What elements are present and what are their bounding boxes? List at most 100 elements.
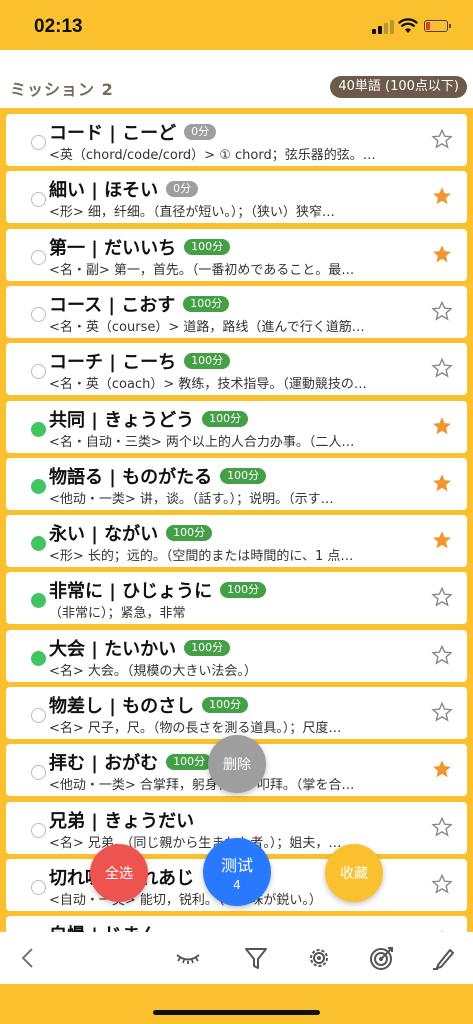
word-row: 第一 | だいいち 100分 xyxy=(49,236,231,259)
star-outline-icon[interactable] xyxy=(431,128,453,150)
word-row: コース | こおす 100分 xyxy=(49,293,230,316)
gear-icon[interactable] xyxy=(305,944,333,972)
star-filled-icon[interactable] xyxy=(431,529,453,551)
word-title: 非常に | ひじょうに xyxy=(49,581,213,603)
delete-label: 删除 xyxy=(223,757,251,773)
select-radio[interactable] xyxy=(31,593,46,609)
score-badge: 100分 xyxy=(220,582,267,599)
select-radio[interactable] xyxy=(31,478,46,494)
select-radio[interactable] xyxy=(31,364,46,380)
test-label: 测试 xyxy=(220,856,253,875)
select-radio[interactable] xyxy=(31,650,46,666)
list-item[interactable]: 共同 | きょうどう 100分 <名・自动・三类> 两个以上的人合力办事。（二人… xyxy=(6,400,467,453)
list-item[interactable]: 非常に | ひじょうに 100分 （非常に）；紧急，非常 xyxy=(6,572,467,625)
list-item[interactable]: 物語る | ものがたる 100分 <他动・一类> 讲，谈。（話す。）；说明。（示す… xyxy=(6,457,467,510)
word-row: 物差し | ものさし 100分 xyxy=(49,694,249,717)
list-item[interactable]: 大会 | たいかい 100分 <名> 大会。（規模の大きい法会。） xyxy=(6,629,467,682)
star-outline-icon[interactable] xyxy=(431,873,453,895)
word-row: 兄弟 | きょうだい xyxy=(49,809,195,832)
select-radio[interactable] xyxy=(31,708,46,723)
score-badge: 100分 xyxy=(184,238,231,255)
star-filled-icon[interactable] xyxy=(431,472,453,494)
list-item[interactable]: 物差し | ものさし 100分 <名> 尺子，尺。（物の長さを測る道具。）；尺度… xyxy=(6,687,467,739)
word-definition: <名・副> 第一，首先。（一番初めであること。最… xyxy=(49,262,355,278)
word-definition: <形> 细，纤细。（直径が短い。）；（狭い）狭窄… xyxy=(49,205,335,221)
word-list[interactable]: コード | こーど 0分 <英（chord/code/cord）> ① chord；… xyxy=(0,112,473,932)
word-title: 物語る | ものがたる xyxy=(49,466,213,488)
word-row: 共同 | きょうどう 100分 xyxy=(49,408,249,431)
star-outline-icon[interactable] xyxy=(431,300,453,322)
mission-header: ミッション 2 40単語 (100点以下) xyxy=(0,50,473,108)
word-title: 共同 | きょうどう xyxy=(49,409,195,431)
score-badge: 100分 xyxy=(202,697,249,713)
list-item[interactable]: 細い | ほそい 0分 <形> 细，纤细。（直径が短い。）；（狭い）狭窄… xyxy=(6,171,467,224)
bottom-safe-area xyxy=(0,984,473,1024)
score-badge: 100分 xyxy=(220,467,267,484)
score-badge: 100分 xyxy=(183,295,230,312)
word-row: コード | こーど 0分 xyxy=(49,121,217,144)
eye-closed-icon[interactable] xyxy=(174,944,202,972)
select-radio[interactable] xyxy=(31,536,46,552)
select-radio[interactable] xyxy=(31,249,46,265)
select-all-button[interactable]: 全选 xyxy=(90,844,148,902)
word-row: 細い | ほそい 0分 xyxy=(49,178,199,202)
home-indicator xyxy=(153,1010,320,1015)
select-radio[interactable] xyxy=(31,879,46,895)
list-item[interactable]: 自慢 | じまん xyxy=(6,916,467,932)
word-definition: <英（chord/code/cord）> ① chord；弦乐器的弦。… xyxy=(49,148,376,163)
star-outline-icon[interactable] xyxy=(431,357,453,379)
favorite-label: 收藏 xyxy=(340,866,368,882)
word-definition: <名・英（course）> 道路，路线（進んで行く道筋… xyxy=(49,319,365,335)
word-title: 兄弟 | きょうだい xyxy=(49,810,195,832)
list-item[interactable]: コース | こおす 100分 <名・英（course）> 道路，路线（進んで行く道筋… xyxy=(6,285,467,338)
target-icon[interactable] xyxy=(368,944,396,972)
wifi-icon xyxy=(398,18,418,33)
filter-icon[interactable] xyxy=(242,944,270,972)
star-filled-icon[interactable] xyxy=(431,758,453,780)
word-count-badge: 40単語 (100点以下) xyxy=(330,76,467,98)
bottom-toolbar xyxy=(0,932,473,984)
word-definition: （非常に）；紧急，非常 xyxy=(49,606,186,622)
delete-button[interactable]: 删除 xyxy=(208,735,266,793)
battery-icon xyxy=(424,20,451,32)
star-outline-icon[interactable] xyxy=(431,701,453,723)
word-row: 拝む | おがむ 100分 xyxy=(49,751,213,775)
word-row: 永い | ながい 100分 xyxy=(49,522,213,546)
page-title: ミッション 2 xyxy=(10,80,114,99)
favorite-button[interactable]: 收藏 xyxy=(325,844,383,902)
star-filled-icon[interactable] xyxy=(431,185,453,207)
word-row: コーチ | こーち 100分 xyxy=(49,350,231,374)
select-radio[interactable] xyxy=(31,135,46,150)
star-filled-icon[interactable] xyxy=(431,415,453,437)
pencil-icon[interactable] xyxy=(430,944,458,972)
score-badge: 100分 xyxy=(166,754,213,771)
list-item[interactable]: コード | こーど 0分 <英（chord/code/cord）> ① chord；… xyxy=(6,114,467,166)
status-time: 02:13 xyxy=(34,16,83,37)
word-title: 大会 | たいかい xyxy=(49,638,177,660)
select-radio[interactable] xyxy=(31,822,46,838)
select-radio[interactable] xyxy=(31,192,46,208)
star-outline-icon[interactable] xyxy=(431,816,453,838)
word-title: コーチ | こーち xyxy=(49,352,177,374)
score-badge: 0分 xyxy=(166,181,199,198)
star-outline-icon[interactable] xyxy=(431,586,453,608)
test-count: 4 xyxy=(233,878,241,892)
test-button[interactable]: 测试 4 xyxy=(203,838,271,906)
star-outline-icon[interactable] xyxy=(431,644,453,666)
word-title: 永い | ながい xyxy=(49,524,159,546)
word-row: 大会 | たいかい 100分 xyxy=(49,637,231,660)
list-item[interactable]: 永い | ながい 100分 <形> 长的；远的。（空間的または時間的に、1 点… xyxy=(6,515,467,568)
word-row: 物語る | ものがたる 100分 xyxy=(49,465,267,488)
list-item[interactable]: コーチ | こーち 100分 <名・英（coach）> 教练，技术指导。（運動競技の… xyxy=(6,343,467,396)
word-row: 自慢 | じまん xyxy=(49,923,158,932)
select-radio[interactable] xyxy=(31,765,46,781)
back-icon[interactable] xyxy=(14,944,42,972)
select-radio[interactable] xyxy=(31,306,46,322)
star-filled-icon[interactable] xyxy=(431,243,453,265)
word-title: 拝む | おがむ xyxy=(49,753,159,775)
select-radio[interactable] xyxy=(31,421,46,437)
word-definition: <名・英（coach）> 教练，技术指导。（運動競技の… xyxy=(49,377,367,393)
list-item[interactable]: 第一 | だいいち 100分 <名・副> 第一，首先。（一番初めであること。最… xyxy=(6,228,467,281)
word-definition: <名・自动・三类> 两个以上的人合力办事。（二人… xyxy=(49,434,355,450)
word-title: 細い | ほそい xyxy=(49,180,159,202)
